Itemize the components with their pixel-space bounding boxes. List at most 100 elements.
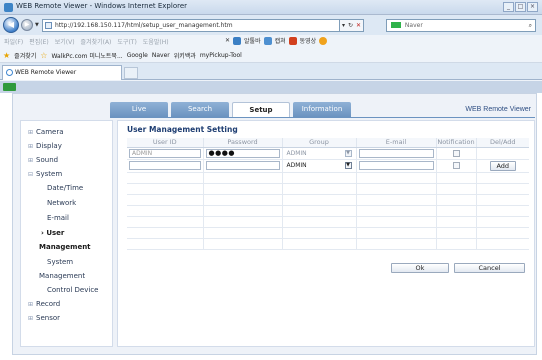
ok-button[interactable]: Ok (391, 263, 449, 273)
col-user-id: User ID (127, 138, 204, 148)
url-dropdown-icon[interactable]: ▾ (342, 22, 345, 29)
url-text: http://192.168.150.117/html/setup_user_m… (55, 22, 233, 29)
close-toolbar-icon[interactable]: ✕ (225, 37, 230, 44)
new-tab-button[interactable] (124, 67, 138, 79)
sidebar-item-camera[interactable]: ⊞ Camera (28, 128, 64, 136)
menu-view[interactable]: 보기(V) (55, 37, 75, 46)
menu-file[interactable]: 파일(F) (4, 37, 23, 46)
address-bar-row: ◀ ▶ ▼ http://192.168.150.117/html/setup_… (0, 15, 542, 35)
fav-link-walkpc[interactable]: WalkPc.com 미니노트북... (51, 51, 122, 60)
window-title: WEB Remote Viewer - Windows Internet Exp… (16, 2, 188, 10)
setup-sidebar: ⊞ Camera ⊞ Display ⊞ Sound ⊟ System Date/Tim… (20, 120, 113, 347)
search-engine-label: Naver (404, 22, 423, 29)
altool-icon (233, 36, 242, 45)
new-user-id-input[interactable] (129, 161, 201, 170)
sidebar-item-user-system[interactable]: System (47, 258, 73, 266)
browser-tab[interactable]: WEB Remote Viewer (2, 65, 122, 80)
naver-logo-icon (391, 22, 401, 28)
cancel-button[interactable]: Cancel (454, 263, 525, 273)
section-title: User Management Setting (127, 125, 238, 134)
expand-icon: ⊞ (28, 143, 34, 150)
chevron-down-icon: ▼ (344, 162, 352, 169)
back-button[interactable]: ◀ (3, 17, 19, 33)
minimize-button[interactable]: _ (503, 2, 514, 12)
url-input[interactable]: http://192.168.150.117/html/setup_user_m… (42, 19, 340, 32)
add-user-button[interactable]: Add (489, 160, 516, 171)
url-controls: ▾ ↻ ✕ (340, 19, 365, 32)
sidebar-item-control-device[interactable]: Control Device (47, 286, 98, 294)
search-input[interactable]: Naver ⌕ (386, 19, 536, 32)
expand-icon: ⊞ (28, 301, 34, 308)
favorites-bar: ★ 즐겨찾기 ☆ WalkPc.com 미니노트북... Google Nave… (0, 48, 542, 63)
sidebar-item-sound[interactable]: ⊞ Sound (28, 156, 58, 164)
sidebar-item-sensor[interactable]: ⊞ Sensor (28, 314, 60, 322)
sidebar-item-email[interactable]: E-mail (47, 214, 69, 222)
table-row: ADMIN ▼ Add (127, 159, 529, 173)
tab-setup[interactable]: Setup (232, 102, 290, 118)
table-row (127, 194, 529, 206)
fav-link-wikipedia[interactable]: 위키백과 (174, 51, 196, 60)
menu-edit[interactable]: 편집(E) (29, 37, 49, 46)
group-select[interactable]: ADMIN ▼ (285, 149, 354, 158)
stop-icon[interactable]: ✕ (356, 22, 361, 29)
add-favorite-icon[interactable]: ☆ (40, 51, 47, 60)
favorites-star-icon: ★ (3, 51, 11, 60)
maximize-button[interactable]: □ (515, 2, 526, 12)
fav-link-google[interactable]: Google (127, 52, 148, 59)
addon-toolbar: ✕ 알툴바 캡쳐 동영상 (225, 36, 328, 45)
sidebar-item-display[interactable]: ⊞ Display (28, 142, 62, 150)
menu-help[interactable]: 도움말(H) (143, 37, 169, 46)
sidebar-item-user[interactable]: › User (41, 229, 64, 237)
close-button[interactable]: × (527, 2, 538, 12)
tab-search[interactable]: Search (171, 102, 229, 117)
ie-icon (4, 3, 13, 12)
new-notification-checkbox[interactable] (452, 162, 460, 169)
new-group-select[interactable]: ADMIN ▼ (285, 161, 354, 170)
sidebar-item-datetime[interactable]: Date/Time (47, 184, 83, 192)
refresh-icon[interactable]: ↻ (348, 22, 353, 29)
video-icon (288, 36, 297, 45)
sidebar-item-management-2[interactable]: Management (39, 272, 85, 280)
main-tabs: Live Search Setup Information (110, 102, 351, 118)
tab-underline (110, 117, 535, 118)
capture-button[interactable]: 캡쳐 (275, 36, 286, 45)
favorites-button[interactable]: 즐겨찾기 (14, 51, 36, 60)
page-header-strip (0, 81, 542, 93)
sidebar-item-system[interactable]: ⊟ System (28, 170, 62, 178)
tab-live[interactable]: Live (110, 102, 168, 117)
menu-favorites[interactable]: 즐겨찾기(A) (81, 37, 112, 46)
page-icon (45, 22, 52, 29)
video-button[interactable]: 동영상 (300, 36, 317, 45)
tab-favicon-icon (6, 69, 13, 76)
app-frame: Live Search Setup Information WEB Remote… (12, 93, 537, 355)
new-email-input[interactable] (358, 161, 434, 170)
forward-button[interactable]: ▶ (21, 19, 33, 31)
collapse-icon: ⊟ (28, 171, 34, 178)
user-id-input[interactable]: ADMIN (129, 148, 201, 158)
notification-checkbox[interactable] (452, 149, 460, 157)
sidebar-item-network[interactable]: Network (47, 199, 76, 207)
fav-link-naver[interactable]: Naver (152, 52, 170, 59)
tab-information[interactable]: Information (293, 102, 351, 117)
capture-icon (263, 36, 272, 45)
email-input[interactable] (358, 148, 434, 158)
search-icon[interactable]: ⌕ (529, 20, 532, 31)
col-notification: Notification (436, 138, 477, 148)
new-password-input[interactable] (205, 161, 280, 170)
table-row (127, 172, 529, 184)
brand-title: WEB Remote Viewer (465, 106, 531, 113)
options-icon[interactable] (319, 36, 328, 45)
expand-icon: ⊞ (28, 157, 34, 164)
col-email: E-mail (356, 138, 437, 148)
password-input[interactable]: ●●●● (205, 148, 280, 158)
history-dropdown-icon[interactable]: ▼ (35, 22, 39, 28)
menu-tools[interactable]: 도구(T) (117, 37, 136, 46)
sidebar-item-management[interactable]: Management (39, 243, 91, 251)
sidebar-item-record[interactable]: ⊞ Record (28, 300, 60, 308)
table-row (127, 205, 529, 217)
altool-button[interactable]: 알툴바 (244, 36, 261, 45)
expand-icon: ⊞ (28, 315, 34, 322)
fav-link-mypickup[interactable]: myPickup-Tool (200, 52, 242, 59)
window-controls: _ □ × (503, 2, 538, 12)
table-row (127, 216, 529, 228)
